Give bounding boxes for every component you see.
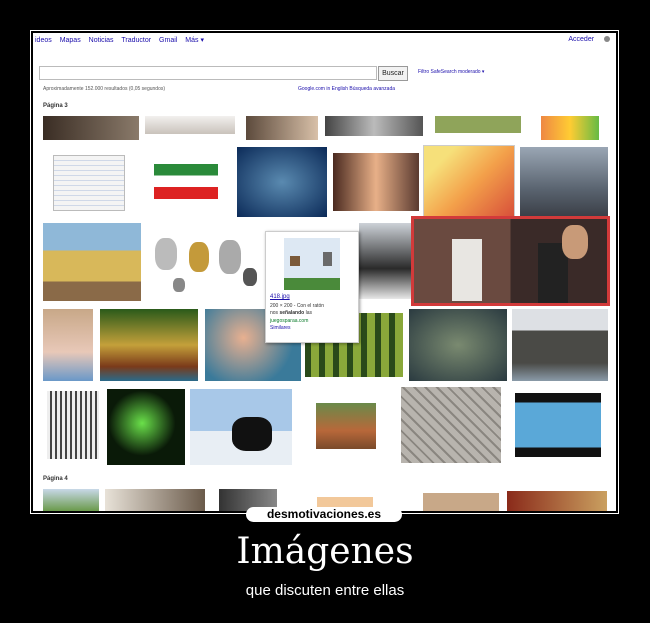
image-thumb[interactable] — [47, 391, 99, 459]
image-thumb[interactable] — [43, 309, 93, 381]
nav-link-videos[interactable]: ideos — [35, 37, 52, 44]
nav-link-news[interactable]: Noticias — [89, 37, 114, 44]
image-thumb[interactable] — [107, 389, 185, 465]
image-thumb[interactable] — [100, 309, 198, 381]
site-logo: desmotivaciones.es — [246, 507, 402, 522]
preview-title-link[interactable]: 418.jpg — [270, 294, 290, 300]
image-preview-popup[interactable]: 418.jpg 200 × 200 - Con el ratón nos señ… — [265, 231, 359, 343]
image-thumb[interactable] — [43, 223, 141, 301]
image-thumb[interactable] — [145, 116, 235, 134]
image-thumb[interactable] — [507, 491, 607, 511]
nav-link-gmail[interactable]: Gmail — [159, 37, 177, 44]
preview-snippet: nos señalando las — [270, 310, 312, 316]
nav-link-more[interactable]: Más ▾ — [185, 37, 204, 44]
image-thumb[interactable] — [333, 153, 419, 211]
image-thumb[interactable] — [237, 147, 327, 217]
signin-link[interactable]: Acceder — [568, 36, 594, 43]
result-count: Aproximadamente 152.000 resultados (0,05… — [43, 86, 166, 92]
image-thumb[interactable] — [359, 223, 411, 299]
image-thumb[interactable] — [246, 116, 318, 140]
poster-subtitle: que discuten entre ellas — [245, 582, 405, 599]
google-top-bar: ideos Mapas Noticias Traductor Gmail Más… — [33, 33, 616, 47]
image-thumb[interactable] — [423, 145, 515, 217]
image-thumb[interactable] — [43, 489, 99, 511]
advanced-search-links[interactable]: Google.com in English Búsqueda avanzada — [298, 86, 395, 92]
image-thumb[interactable] — [512, 309, 608, 381]
image-thumb[interactable] — [409, 309, 507, 381]
search-button[interactable]: Buscar — [378, 66, 408, 81]
preview-dimensions: 200 × 200 - Con el ratón — [270, 303, 325, 309]
image-thumb[interactable] — [423, 493, 499, 511]
safesearch-link[interactable]: Filtro SafeSearch moderado ▾ — [418, 69, 484, 75]
nav-link-translate[interactable]: Traductor — [121, 37, 151, 44]
image-thumb[interactable] — [105, 489, 205, 511]
search-input[interactable] — [39, 66, 377, 80]
nav-link-maps[interactable]: Mapas — [60, 37, 81, 44]
image-thumb[interactable] — [515, 393, 601, 457]
poster-title: Imágenes — [236, 531, 414, 572]
image-thumb[interactable] — [154, 164, 218, 199]
page-label-3: Página 3 — [43, 103, 68, 109]
image-thumb[interactable] — [325, 116, 423, 136]
image-thumb[interactable] — [401, 387, 501, 463]
similar-images-link[interactable]: Similares — [270, 325, 291, 331]
preview-domain[interactable]: juegosparaa.com — [270, 318, 308, 324]
image-thumb[interactable] — [43, 116, 139, 140]
screenshot: ideos Mapas Noticias Traductor Gmail Más… — [33, 33, 616, 511]
preview-image[interactable] — [284, 238, 340, 290]
image-thumb[interactable] — [53, 155, 125, 211]
gear-icon[interactable] — [604, 36, 610, 43]
image-thumb-rocks[interactable] — [151, 230, 261, 300]
image-thumb[interactable] — [541, 116, 599, 140]
image-thumb[interactable] — [520, 147, 608, 217]
nav-links: ideos Mapas Noticias Traductor Gmail Más… — [35, 36, 210, 44]
image-thumb[interactable] — [190, 389, 292, 465]
page-label-4: Página 4 — [43, 476, 68, 482]
image-thumb-selected[interactable] — [411, 216, 610, 306]
image-thumb[interactable] — [435, 116, 521, 133]
image-thumb[interactable] — [316, 403, 376, 449]
